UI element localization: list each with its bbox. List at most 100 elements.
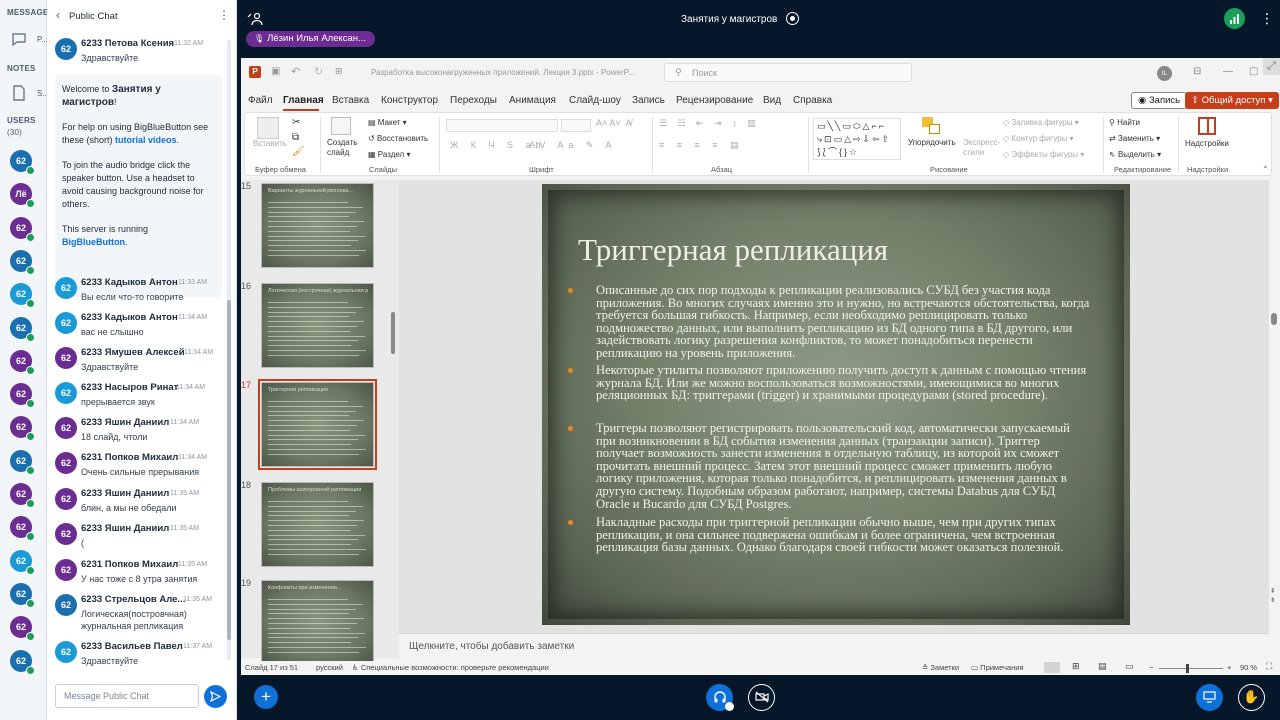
save-icon[interactable]: ▣	[271, 66, 280, 77]
raise-hand-button[interactable]: ✋	[1238, 684, 1265, 711]
tab-8[interactable]: Рецензирование	[676, 95, 753, 106]
user-avatar[interactable]: 62	[10, 449, 35, 475]
reset-button[interactable]: ↺ Восстановить	[368, 134, 428, 143]
tab-6[interactable]: Слайд-шоу	[569, 95, 621, 106]
notes-toggle[interactable]: ≙ Заметки	[922, 663, 959, 672]
thumbnail-scrollbar-thumb[interactable]	[391, 312, 395, 354]
tab-10[interactable]: Справка	[793, 95, 832, 106]
user-avatar[interactable]: 62	[10, 316, 35, 342]
scrollbar-thumb[interactable]	[1271, 313, 1277, 325]
share-button[interactable]: ⇪ Общий доступ ▾	[1185, 92, 1279, 109]
tab-3[interactable]: Конструктор	[381, 95, 438, 106]
slide-bullet[interactable]: Триггеры позволяют регистрировать пользо…	[568, 422, 1090, 510]
shape-fill-button[interactable]: ◇ Заливка фигуры ▾	[1003, 118, 1079, 127]
chat-bubble-icon[interactable]	[10, 30, 28, 48]
current-slide[interactable]: Триггерная репликация Описанные до сих п…	[542, 184, 1130, 625]
comments-toggle[interactable]: ▭ Примечания	[971, 663, 1023, 672]
maximize-icon[interactable]: ▢	[1249, 66, 1258, 77]
send-button[interactable]	[204, 685, 227, 708]
user-avatar[interactable]: 62	[10, 616, 35, 642]
user-avatar[interactable]: 62	[10, 349, 35, 375]
tutorial-videos-link[interactable]: tutorial videos	[115, 135, 177, 145]
paste-icon[interactable]	[257, 117, 279, 139]
zoom-slider-thumb[interactable]	[1186, 664, 1189, 673]
notes-page-icon[interactable]	[10, 84, 28, 102]
arrange-icon[interactable]	[922, 117, 942, 135]
user-avatar[interactable]: 62	[10, 483, 35, 508]
minimize-icon[interactable]: —	[1223, 66, 1233, 77]
accessibility-check[interactable]: ♿ Специальные возможности: проверьте рек…	[352, 663, 549, 672]
slide-thumbnail[interactable]: Проблемы асинхронной репликации	[261, 482, 374, 567]
select-button[interactable]: ⇖ Выделить ▾	[1109, 150, 1161, 159]
slide-thumbnail[interactable]: Логическая (построчная) журнальная репли…	[261, 283, 374, 368]
actions-plus-button[interactable]: +	[254, 685, 278, 709]
user-avatar[interactable]: 62	[10, 383, 35, 409]
ribbon-display-icon[interactable]: ⊟	[1193, 66, 1201, 77]
more-options-icon[interactable]: ⋮	[218, 8, 230, 22]
prev-next-slide-icon[interactable]: ⇞ ⇟	[1270, 587, 1276, 605]
slide-bullet[interactable]: Накладные расходы при триггерной реплика…	[568, 516, 1090, 554]
arrange-button[interactable]: Упорядочить	[908, 138, 956, 147]
language-indicator[interactable]: русский	[316, 663, 343, 672]
presenter-view-icon[interactable]: ⊞	[335, 66, 343, 77]
slide-sorter-icon[interactable]: ⊞	[1072, 661, 1080, 672]
fullscreen-icon[interactable]: ⤢	[1263, 58, 1280, 75]
tab-2[interactable]: Вставка	[332, 95, 369, 106]
record-button[interactable]: ◉ Запись	[1131, 92, 1188, 109]
zoom-out-icon[interactable]: −	[1149, 663, 1153, 672]
new-slide-icon[interactable]	[331, 117, 351, 135]
slide-bullet[interactable]: Описанные до сих пор подходы к репликаци…	[568, 284, 1090, 360]
redo-icon[interactable]: ↻	[314, 65, 323, 78]
user-avatar[interactable]: 62	[10, 216, 35, 242]
user-avatar[interactable]: 62	[10, 549, 35, 575]
options-menu-icon[interactable]: ⋮	[1260, 10, 1274, 27]
font-size-select[interactable]	[561, 119, 591, 132]
font-size-controls[interactable]: A˄ A˅ A̸	[596, 118, 632, 128]
normal-view-icon[interactable]	[1044, 662, 1060, 673]
paste-button[interactable]: Вставить	[253, 139, 287, 148]
user-avatar[interactable]: 62	[10, 416, 35, 442]
express-styles-button[interactable]: Экспресс-стили	[963, 138, 1000, 158]
collapse-ribbon-icon[interactable]: ⌄	[1262, 161, 1269, 170]
audio-headphones-button[interactable]	[706, 684, 734, 711]
addins-button[interactable]: Надстройки	[1185, 139, 1229, 148]
align-buttons[interactable]: ≡ ≡ ≡ ≡ ▤	[659, 140, 744, 151]
replace-button[interactable]: ⇄ Заменить ▾	[1109, 134, 1160, 143]
tab-7[interactable]: Запись	[632, 95, 665, 106]
reading-view-icon[interactable]: ▤	[1098, 661, 1107, 672]
zoom-level[interactable]: 90 %	[1240, 663, 1257, 672]
fit-slide-icon[interactable]: ⛶	[1266, 661, 1272, 672]
slide-title[interactable]: Триггерная репликация	[578, 232, 888, 268]
tab-5[interactable]: Анимация	[509, 95, 556, 106]
recording-indicator-icon[interactable]	[786, 12, 799, 25]
undo-icon[interactable]: ↶	[291, 65, 300, 78]
addins-icon[interactable]	[1198, 117, 1216, 135]
tab-9[interactable]: Вид	[763, 95, 781, 106]
tab-0[interactable]: Файл	[248, 95, 273, 106]
cut-icon[interactable]: ✂	[292, 117, 300, 128]
share-webcam-button[interactable]	[748, 684, 775, 711]
user-avatar[interactable]: 62	[10, 582, 35, 608]
slideshow-icon[interactable]: ▭	[1125, 661, 1134, 672]
zoom-in-icon[interactable]: +	[1227, 663, 1231, 672]
search-box[interactable]: ⚲ Поиск	[664, 63, 912, 82]
format-painter-icon[interactable]: 🖌	[292, 146, 305, 157]
find-button[interactable]: ⚲ Найти	[1109, 118, 1140, 127]
section-button[interactable]: ▦ Раздел ▾	[368, 150, 410, 159]
zoom-slider[interactable]	[1159, 668, 1223, 669]
slide-thumbnail[interactable]: Конфликты при изменении...	[261, 580, 374, 665]
notes-pane[interactable]: Щелкните, чтобы добавить заметки	[399, 633, 1269, 658]
font-family-select[interactable]	[446, 119, 558, 132]
slide-thumbnail[interactable]: Варианты журнальной реплика...	[261, 183, 374, 268]
layout-button[interactable]: ▤ Макет ▾	[368, 118, 407, 127]
user-avatar[interactable]: 62	[10, 649, 35, 675]
connection-status-icon[interactable]	[1224, 8, 1245, 29]
user-avatar[interactable]: Лё	[10, 183, 35, 209]
message-input[interactable]: Message Public Chat	[55, 684, 199, 708]
tab-1[interactable]: Главная	[283, 95, 324, 106]
shapes-gallery[interactable]: ▭╲╲▭⬭△⌐⌐ ⤷⊡▭△⇨⇩⇦⇧ ⟆⟅⌒{}☆	[813, 118, 901, 160]
user-list-toggle-icon[interactable]	[247, 12, 263, 29]
presentation-button[interactable]	[1196, 684, 1223, 711]
bigbluebutton-link[interactable]: BigBlueButton	[62, 237, 125, 247]
account-avatar[interactable]: IL	[1157, 66, 1172, 81]
